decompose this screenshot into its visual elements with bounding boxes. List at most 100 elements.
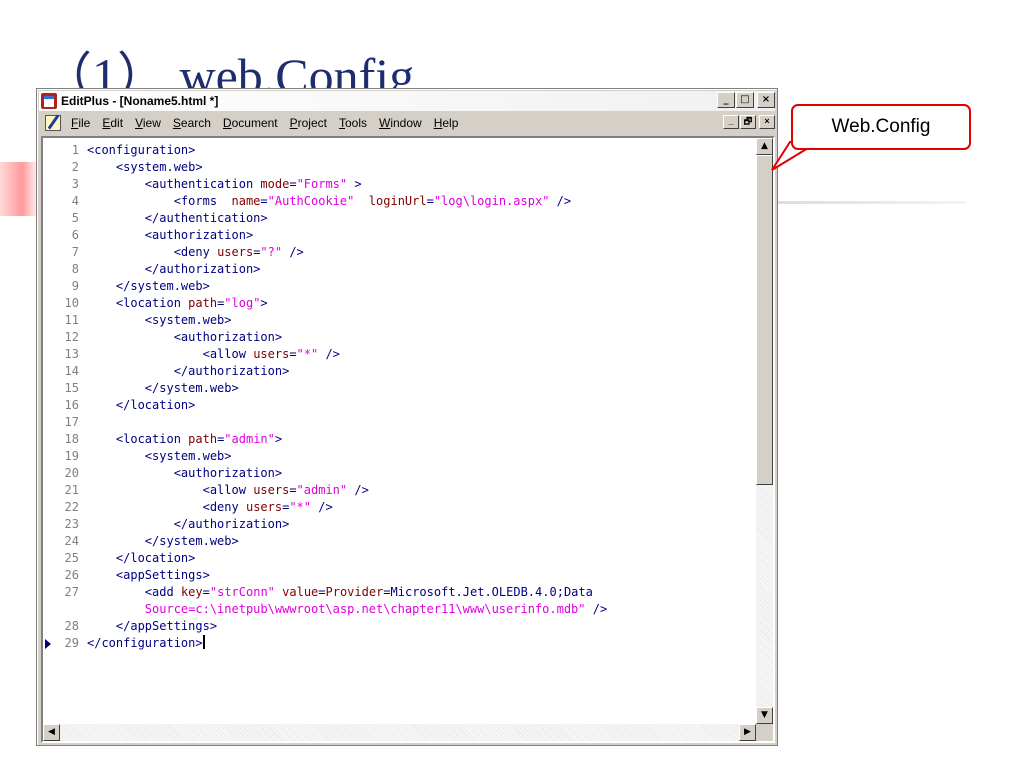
line-text: </location>: [87, 551, 196, 565]
code-line[interactable]: 22 <deny users="*" />: [43, 499, 758, 516]
menu-view[interactable]: View: [129, 116, 167, 130]
document-icon[interactable]: [45, 115, 61, 131]
code-line[interactable]: 7 <deny users="?" />: [43, 244, 758, 261]
vertical-scroll-thumb[interactable]: [756, 155, 773, 485]
line-number: 27: [64, 585, 79, 599]
code-line[interactable]: 4 <forms name="AuthCookie" loginUrl="log…: [43, 193, 758, 210]
menu-tools[interactable]: Tools: [333, 116, 373, 130]
code-line[interactable]: 15 </system.web>: [43, 380, 758, 397]
scroll-right-arrow-icon[interactable]: ▶: [739, 724, 756, 741]
line-number: 29: [43, 635, 87, 652]
line-number: 12: [64, 330, 79, 344]
slide-decoration: [0, 162, 40, 216]
code-line[interactable]: 25 </location>: [43, 550, 758, 567]
line-text: <deny users="?" />: [87, 245, 304, 259]
horizontal-scrollbar[interactable]: ◀ ▶: [43, 724, 756, 741]
vertical-scrollbar[interactable]: ▲ ▼: [756, 138, 773, 724]
code-line[interactable]: 9 </system.web>: [43, 278, 758, 295]
line-text: <location path="admin">: [87, 432, 283, 446]
line-text: <add key="strConn" value=Provider=Micros…: [87, 585, 593, 599]
editplus-app-icon[interactable]: [41, 93, 57, 109]
line-text: Source=c:\inetpub\wwwroot\asp.net\chapte…: [144, 602, 608, 616]
slide-title: （1） web.Config: [42, 48, 415, 90]
code-line[interactable]: Source=c:\inetpub\wwwroot\asp.net\chapte…: [43, 601, 758, 618]
code-line[interactable]: 28 </appSettings>: [43, 618, 758, 635]
document-caption-buttons: _ 🗗 ×: [723, 115, 775, 129]
document-close-button[interactable]: ×: [759, 115, 775, 129]
line-text: </system.web>: [87, 534, 239, 548]
code-line[interactable]: 19 <system.web>: [43, 448, 758, 465]
line-text: </location>: [87, 398, 196, 412]
code-line[interactable]: 11 <system.web>: [43, 312, 758, 329]
line-number: 11: [64, 313, 79, 327]
line-text: <allow users="*" />: [87, 347, 340, 361]
line-number: 3: [71, 177, 79, 191]
line-text: <authorization>: [87, 330, 283, 344]
line-number: 20: [64, 466, 79, 480]
title-bar[interactable]: EditPlus - [Noname5.html *] _ □ ×: [39, 91, 775, 111]
code-line[interactable]: 20 <authorization>: [43, 465, 758, 482]
menu-document[interactable]: Document: [217, 116, 284, 130]
line-number: 15: [64, 381, 79, 395]
document-minimize-button[interactable]: _: [723, 115, 739, 129]
menu-help[interactable]: Help: [428, 116, 465, 130]
code-editor[interactable]: 1 <configuration> 2 <system.web> 3 <authent…: [41, 136, 775, 743]
line-text: <allow users="admin" />: [87, 483, 369, 497]
line-text: <system.web>: [87, 449, 232, 463]
line-text: <authentication mode="Forms" >: [87, 177, 362, 191]
menu-project[interactable]: Project: [284, 116, 333, 130]
line-text: </authorization>: [87, 262, 261, 276]
line-number: 4: [71, 194, 79, 208]
document-restore-button[interactable]: 🗗: [740, 115, 756, 129]
line-text: </authorization>: [87, 517, 290, 531]
code-line[interactable]: 18 <location path="admin">: [43, 431, 758, 448]
close-button[interactable]: ×: [757, 92, 775, 108]
web-config-callout: Web.Config: [791, 104, 971, 150]
code-line[interactable]: 26 <appSettings>: [43, 567, 758, 584]
line-number: 25: [64, 551, 79, 565]
line-text: <authorization>: [87, 228, 254, 242]
line-number: 9: [71, 279, 79, 293]
line-number: 13: [64, 347, 79, 361]
code-line[interactable]: 27 <add key="strConn" value=Provider=Mic…: [43, 584, 758, 601]
code-line[interactable]: 23 </authorization>: [43, 516, 758, 533]
code-line[interactable]: 14 </authorization>: [43, 363, 758, 380]
code-line[interactable]: 29 </configuration>: [43, 635, 758, 652]
maximize-button[interactable]: □: [736, 92, 754, 108]
scroll-left-arrow-icon[interactable]: ◀: [43, 724, 60, 741]
code-line[interactable]: 16 </location>: [43, 397, 758, 414]
text-cursor: [202, 635, 205, 649]
line-text: <deny users="*" />: [87, 500, 333, 514]
code-line[interactable]: 17: [43, 414, 758, 431]
scroll-down-arrow-icon[interactable]: ▼: [756, 707, 773, 724]
code-line[interactable]: 10 <location path="log">: [43, 295, 758, 312]
minimize-button[interactable]: _: [717, 92, 735, 108]
menu-file[interactable]: File: [65, 116, 96, 130]
code-line[interactable]: 24 </system.web>: [43, 533, 758, 550]
line-number: 1: [71, 143, 79, 157]
menu-edit[interactable]: Edit: [96, 116, 129, 130]
code-line[interactable]: 13 <allow users="*" />: [43, 346, 758, 363]
line-number: 26: [64, 568, 79, 582]
code-line[interactable]: 8 </authorization>: [43, 261, 758, 278]
scrollbar-corner: [756, 724, 773, 741]
code-line[interactable]: 2 <system.web>: [43, 159, 758, 176]
code-line[interactable]: 3 <authentication mode="Forms" >: [43, 176, 758, 193]
code-line[interactable]: 12 <authorization>: [43, 329, 758, 346]
code-line[interactable]: 1 <configuration>: [43, 142, 758, 159]
line-text: <system.web>: [87, 313, 232, 327]
line-text: <appSettings>: [87, 568, 210, 582]
line-number: 18: [64, 432, 79, 446]
line-number: 22: [64, 500, 79, 514]
line-text: </configuration>: [87, 636, 203, 650]
code-line[interactable]: 5 </authentication>: [43, 210, 758, 227]
code-line[interactable]: 21 <allow users="admin" />: [43, 482, 758, 499]
line-text: <system.web>: [87, 160, 203, 174]
line-text: </system.web>: [87, 279, 210, 293]
code-line[interactable]: 6 <authorization>: [43, 227, 758, 244]
line-text: </system.web>: [87, 381, 239, 395]
editplus-window: EditPlus - [Noname5.html *] _ □ × File E…: [36, 88, 778, 746]
line-text: </appSettings>: [87, 619, 218, 633]
menu-search[interactable]: Search: [167, 116, 217, 130]
menu-window[interactable]: Window: [373, 116, 428, 130]
